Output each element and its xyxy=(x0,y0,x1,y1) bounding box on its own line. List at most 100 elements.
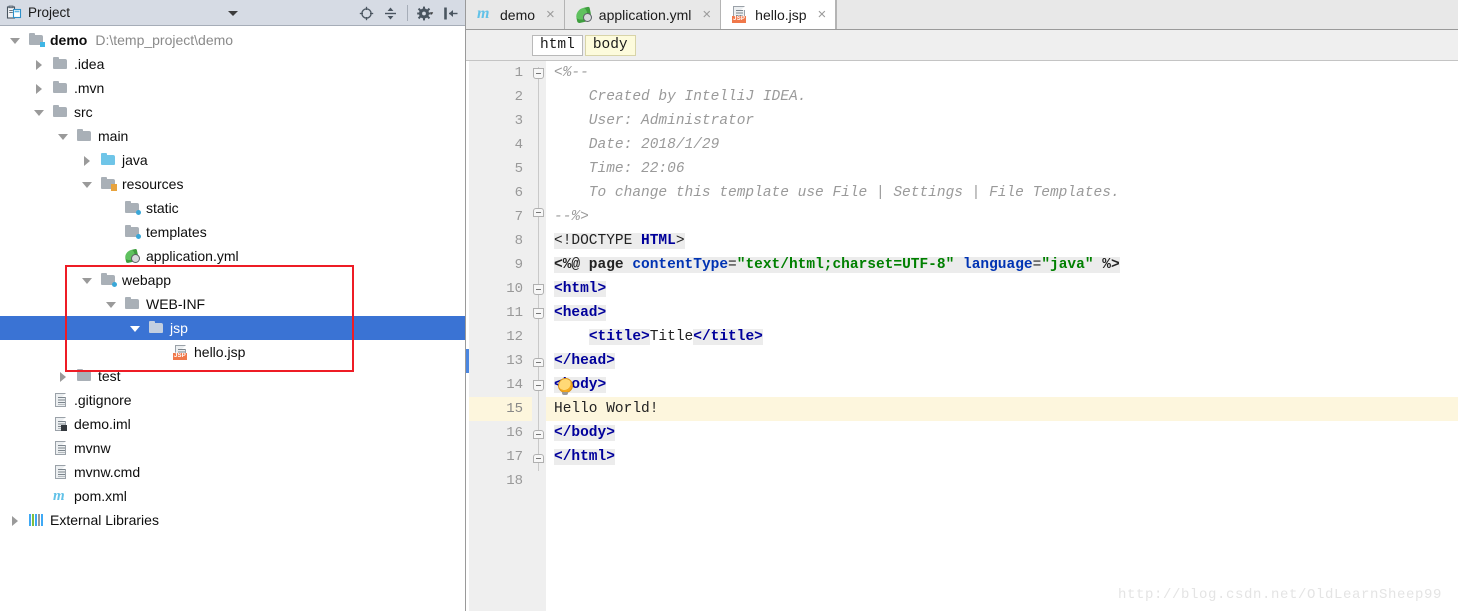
close-icon[interactable]: × xyxy=(818,8,827,22)
tree-expand-arrow[interactable] xyxy=(34,59,45,70)
tree-item-mvnw-cmd[interactable]: mvnw.cmd xyxy=(0,460,465,484)
tree-expand-arrow[interactable] xyxy=(58,371,69,382)
fold-marker-line-1[interactable] xyxy=(533,68,544,79)
tree-item-demo[interactable]: demoD:\temp_project\demo xyxy=(0,28,465,52)
tree-item-mvnw[interactable]: mvnw xyxy=(0,436,465,460)
tree-item-src[interactable]: src xyxy=(0,100,465,124)
tree-item-idea[interactable]: .idea xyxy=(0,52,465,76)
tree-expand-arrow[interactable] xyxy=(10,515,21,526)
folder-icon xyxy=(52,80,69,96)
close-icon[interactable]: × xyxy=(546,8,555,22)
line-number-11[interactable]: 11 xyxy=(469,301,532,325)
tree-item-application-yml[interactable]: application.yml xyxy=(0,244,465,268)
gear-icon[interactable] xyxy=(417,6,434,21)
spring-yml-icon xyxy=(575,6,593,23)
line-number-15[interactable]: 15 xyxy=(469,397,532,421)
tree-item-demo-iml[interactable]: demo.iml xyxy=(0,412,465,436)
tree-expand-arrow[interactable] xyxy=(34,491,45,502)
editor-tab-application-yml[interactable]: application.yml× xyxy=(565,0,721,29)
collapse-all-icon[interactable] xyxy=(383,6,398,21)
line-number-8[interactable]: 8 xyxy=(469,229,532,253)
line-number-gutter[interactable]: 123456789101112131415161718 xyxy=(469,61,532,611)
fold-marker-line-14[interactable] xyxy=(533,380,544,391)
code-editor[interactable]: 123456789101112131415161718 <%-- Created… xyxy=(466,61,1458,611)
tree-item-main[interactable]: main xyxy=(0,124,465,148)
close-icon[interactable]: × xyxy=(702,8,711,22)
fold-marker-line-7[interactable] xyxy=(533,208,544,217)
jsp-value-contenttype: "text/html;charset=UTF-8" xyxy=(737,257,955,273)
fold-marker-line-11[interactable] xyxy=(533,308,544,319)
line-number-4[interactable]: 4 xyxy=(469,133,532,157)
tree-expand-arrow[interactable] xyxy=(10,35,21,46)
line-number-17[interactable]: 17 xyxy=(469,445,532,469)
line-number-3[interactable]: 3 xyxy=(469,109,532,133)
line-number-10[interactable]: 10 xyxy=(469,277,532,301)
tree-expand-arrow[interactable] xyxy=(106,203,117,214)
tree-item-pom-xml[interactable]: mpom.xml xyxy=(0,484,465,508)
tree-item-test[interactable]: test xyxy=(0,364,465,388)
line-number-16[interactable]: 16 xyxy=(469,421,532,445)
line-number-1[interactable]: 1 xyxy=(469,61,532,85)
jsp-directive-close: %> xyxy=(1094,257,1120,273)
doctype-end: > xyxy=(676,233,685,249)
jsp-file-icon: JSP xyxy=(172,344,189,360)
locate-target-icon[interactable] xyxy=(359,6,374,21)
line-number-18[interactable]: 18 xyxy=(469,469,532,493)
tree-expand-arrow[interactable] xyxy=(34,83,45,94)
tree-item-java[interactable]: java xyxy=(0,148,465,172)
tree-expand-arrow[interactable] xyxy=(106,227,117,238)
editor-tab-hello-jsp[interactable]: JSPhello.jsp× xyxy=(721,0,836,29)
tree-item-web-inf[interactable]: WEB-INF xyxy=(0,292,465,316)
breadcrumb[interactable]: htmlbody xyxy=(466,30,1458,61)
tree-item-gitignore[interactable]: .gitignore xyxy=(0,388,465,412)
chevron-down-icon[interactable] xyxy=(228,11,238,16)
tree-item-hello-jsp[interactable]: JSPhello.jsp xyxy=(0,340,465,364)
line-number-6[interactable]: 6 xyxy=(469,181,532,205)
tree-item-jsp[interactable]: jsp xyxy=(0,316,465,340)
tree-item-mvn[interactable]: .mvn xyxy=(0,76,465,100)
tree-item-webapp[interactable]: webapp xyxy=(0,268,465,292)
line-number-5[interactable]: 5 xyxy=(469,157,532,181)
tree-expand-arrow[interactable] xyxy=(34,419,45,430)
line-number-14[interactable]: 14 xyxy=(469,373,532,397)
tree-item-resources[interactable]: resources xyxy=(0,172,465,196)
tree-item-external-libraries[interactable]: External Libraries xyxy=(0,508,465,532)
breadcrumb-body[interactable]: body xyxy=(585,35,636,56)
line-number-12[interactable]: 12 xyxy=(469,325,532,349)
tree-expand-arrow[interactable] xyxy=(106,251,117,262)
tree-expand-arrow[interactable] xyxy=(106,299,117,310)
tree-expand-arrow[interactable] xyxy=(34,443,45,454)
editor-tab-demo[interactable]: mdemo× xyxy=(466,0,565,29)
code-line-8: <!DOCTYPE HTML> xyxy=(546,229,1458,253)
comment-text: Time: 22:06 xyxy=(554,161,685,177)
fold-marker-line-13[interactable] xyxy=(533,358,544,367)
tree-expand-arrow[interactable] xyxy=(34,107,45,118)
tabbar-empty-space xyxy=(836,0,1458,29)
tree-expand-arrow[interactable] xyxy=(58,131,69,142)
equals-sign: = xyxy=(728,257,737,273)
editor-tabbar[interactable]: mdemo×application.yml×JSPhello.jsp× xyxy=(466,0,1458,30)
code-folding-column[interactable] xyxy=(532,61,546,611)
fold-marker-line-10[interactable] xyxy=(533,284,544,295)
hide-panel-icon[interactable] xyxy=(443,6,459,21)
tree-expand-arrow[interactable] xyxy=(82,155,93,166)
tree-expand-arrow[interactable] xyxy=(34,395,45,406)
tree-expand-arrow[interactable] xyxy=(82,275,93,286)
breadcrumb-html[interactable]: html xyxy=(532,35,583,56)
tree-expand-arrow[interactable] xyxy=(82,179,93,190)
tree-expand-arrow[interactable] xyxy=(34,467,45,478)
line-number-2[interactable]: 2 xyxy=(469,85,532,109)
tree-expand-arrow[interactable] xyxy=(154,347,165,358)
project-tree[interactable]: demoD:\temp_project\demo.idea.mvnsrcmain… xyxy=(0,26,465,611)
tree-item-templates[interactable]: templates xyxy=(0,220,465,244)
code-line-6: To change this template use File | Setti… xyxy=(546,181,1458,205)
line-number-13[interactable]: 13 xyxy=(469,349,532,373)
line-number-9[interactable]: 9 xyxy=(469,253,532,277)
intention-bulb-icon[interactable] xyxy=(558,378,573,393)
tree-item-static[interactable]: static xyxy=(0,196,465,220)
fold-marker-line-16[interactable] xyxy=(533,430,544,439)
line-number-7[interactable]: 7 xyxy=(469,205,532,229)
tree-expand-arrow[interactable] xyxy=(130,323,141,334)
code-content[interactable]: <%-- Created by IntelliJ IDEA. User: Adm… xyxy=(546,61,1458,611)
fold-marker-line-17[interactable] xyxy=(533,454,544,463)
